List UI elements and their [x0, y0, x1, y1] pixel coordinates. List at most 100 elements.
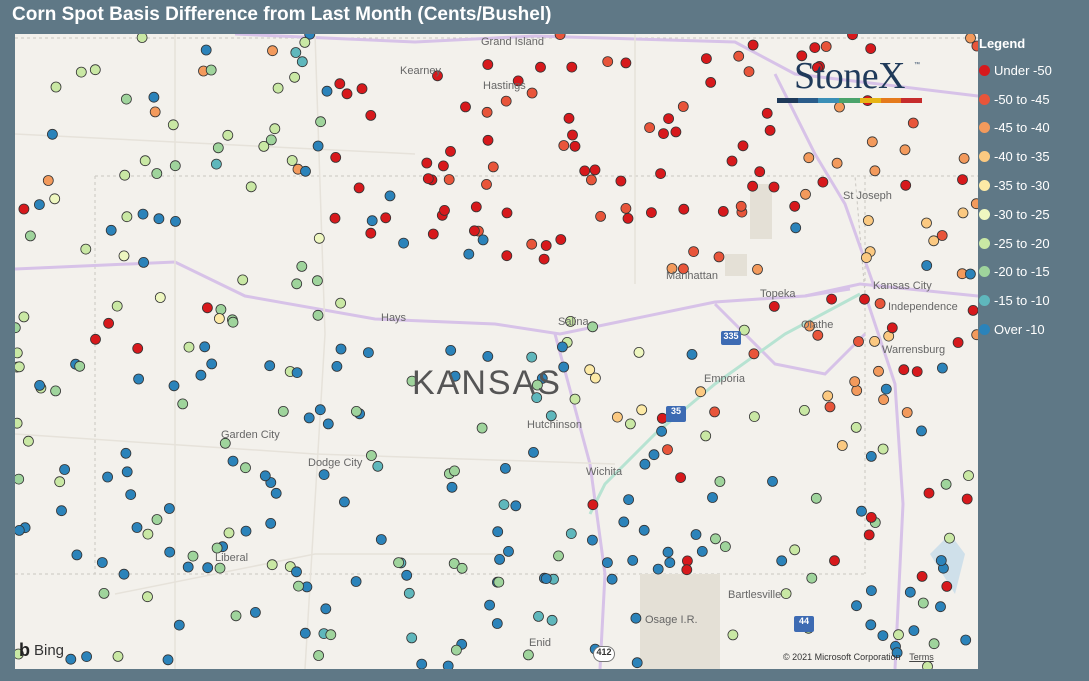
elevator-marker[interactable]: [230, 610, 242, 622]
elevator-marker[interactable]: [49, 193, 61, 205]
elevator-marker[interactable]: [622, 212, 634, 224]
elevator-marker[interactable]: [812, 329, 824, 341]
elevator-marker[interactable]: [154, 292, 166, 303]
elevator-marker[interactable]: [74, 360, 86, 372]
elevator-marker[interactable]: [688, 246, 699, 258]
elevator-marker[interactable]: [921, 217, 932, 229]
elevator-marker[interactable]: [670, 126, 682, 138]
elevator-marker[interactable]: [957, 207, 969, 219]
elevator-marker[interactable]: [565, 528, 577, 540]
elevator-marker[interactable]: [240, 462, 251, 474]
elevator-marker[interactable]: [90, 333, 101, 345]
elevator-marker[interactable]: [350, 405, 362, 417]
elevator-marker[interactable]: [277, 405, 289, 417]
elevator-marker[interactable]: [422, 173, 434, 185]
elevator-marker[interactable]: [265, 517, 277, 529]
elevator-marker[interactable]: [589, 164, 601, 176]
elevator-marker[interactable]: [286, 155, 298, 166]
elevator-marker[interactable]: [916, 571, 928, 582]
elevator-marker[interactable]: [849, 376, 861, 388]
elevator-marker[interactable]: [615, 175, 627, 187]
elevator-marker[interactable]: [15, 361, 25, 373]
elevator-marker[interactable]: [227, 455, 239, 467]
elevator-marker[interactable]: [98, 588, 110, 599]
elevator-marker[interactable]: [291, 278, 303, 290]
elevator-marker[interactable]: [800, 188, 811, 200]
elevator-marker[interactable]: [644, 122, 655, 133]
elevator-marker[interactable]: [187, 550, 199, 562]
elevator-marker[interactable]: [899, 144, 911, 156]
elevator-marker[interactable]: [662, 444, 673, 456]
elevator-marker[interactable]: [886, 322, 898, 334]
elevator-marker[interactable]: [50, 385, 61, 397]
elevator-marker[interactable]: [215, 304, 227, 315]
elevator-marker[interactable]: [510, 500, 522, 512]
elevator-marker[interactable]: [555, 234, 567, 245]
elevator-marker[interactable]: [681, 564, 693, 576]
elevator-marker[interactable]: [330, 152, 342, 163]
elevator-marker[interactable]: [880, 383, 892, 395]
elevator-marker[interactable]: [952, 337, 964, 348]
elevator-marker[interactable]: [223, 527, 235, 539]
elevator-marker[interactable]: [446, 481, 458, 493]
elevator-marker[interactable]: [630, 612, 642, 624]
elevator-marker[interactable]: [789, 200, 801, 212]
elevator-marker[interactable]: [50, 81, 62, 93]
elevator-marker[interactable]: [299, 627, 311, 639]
elevator-marker[interactable]: [380, 212, 392, 224]
elevator-marker[interactable]: [33, 199, 45, 211]
elevator-marker[interactable]: [296, 56, 308, 68]
elevator-marker[interactable]: [618, 516, 630, 528]
elevator-marker[interactable]: [908, 625, 920, 636]
elevator-marker[interactable]: [291, 566, 302, 578]
elevator-marker[interactable]: [700, 430, 712, 442]
elevator-marker[interactable]: [554, 34, 566, 40]
elevator-marker[interactable]: [205, 64, 217, 76]
elevator-marker[interactable]: [623, 494, 634, 506]
elevator-marker[interactable]: [300, 165, 311, 177]
elevator-marker[interactable]: [481, 106, 493, 118]
elevator-marker[interactable]: [558, 140, 570, 151]
elevator-marker[interactable]: [714, 476, 726, 487]
elevator-marker[interactable]: [922, 661, 933, 670]
elevator-marker[interactable]: [826, 293, 837, 305]
elevator-marker[interactable]: [776, 555, 788, 567]
elevator-marker[interactable]: [267, 45, 278, 57]
elevator-marker[interactable]: [780, 588, 792, 599]
elevator-marker[interactable]: [865, 450, 877, 462]
elevator-marker[interactable]: [34, 379, 46, 391]
legend-item[interactable]: -20 to -15: [979, 258, 1087, 287]
elevator-marker[interactable]: [921, 260, 933, 271]
elevator-marker[interactable]: [112, 651, 124, 662]
elevator-marker[interactable]: [602, 56, 614, 68]
elevator-marker[interactable]: [900, 179, 912, 191]
elevator-marker[interactable]: [356, 83, 368, 95]
elevator-marker[interactable]: [325, 629, 337, 641]
elevator-marker[interactable]: [443, 174, 455, 185]
elevator-marker[interactable]: [121, 466, 133, 478]
elevator-marker[interactable]: [935, 555, 947, 566]
elevator-marker[interactable]: [421, 157, 433, 169]
elevator-marker[interactable]: [499, 462, 511, 474]
elevator-marker[interactable]: [403, 587, 415, 599]
elevator-marker[interactable]: [958, 153, 970, 164]
elevator-marker[interactable]: [291, 367, 303, 379]
elevator-marker[interactable]: [546, 614, 558, 626]
elevator-marker[interactable]: [142, 528, 154, 540]
elevator-marker[interactable]: [366, 215, 378, 227]
elevator-marker[interactable]: [707, 492, 718, 503]
elevator-marker[interactable]: [866, 585, 877, 596]
elevator-marker[interactable]: [595, 210, 606, 222]
elevator-marker[interactable]: [690, 529, 702, 540]
legend-item[interactable]: Over -10: [979, 315, 1087, 344]
elevator-marker[interactable]: [789, 544, 801, 556]
elevator-marker[interactable]: [437, 160, 449, 172]
elevator-marker[interactable]: [620, 57, 632, 69]
elevator-marker[interactable]: [338, 496, 350, 508]
elevator-marker[interactable]: [743, 66, 755, 77]
elevator-marker[interactable]: [227, 316, 239, 328]
elevator-marker[interactable]: [587, 534, 598, 546]
elevator-marker[interactable]: [625, 418, 636, 430]
elevator-marker[interactable]: [686, 348, 698, 360]
elevator-marker[interactable]: [121, 211, 133, 223]
